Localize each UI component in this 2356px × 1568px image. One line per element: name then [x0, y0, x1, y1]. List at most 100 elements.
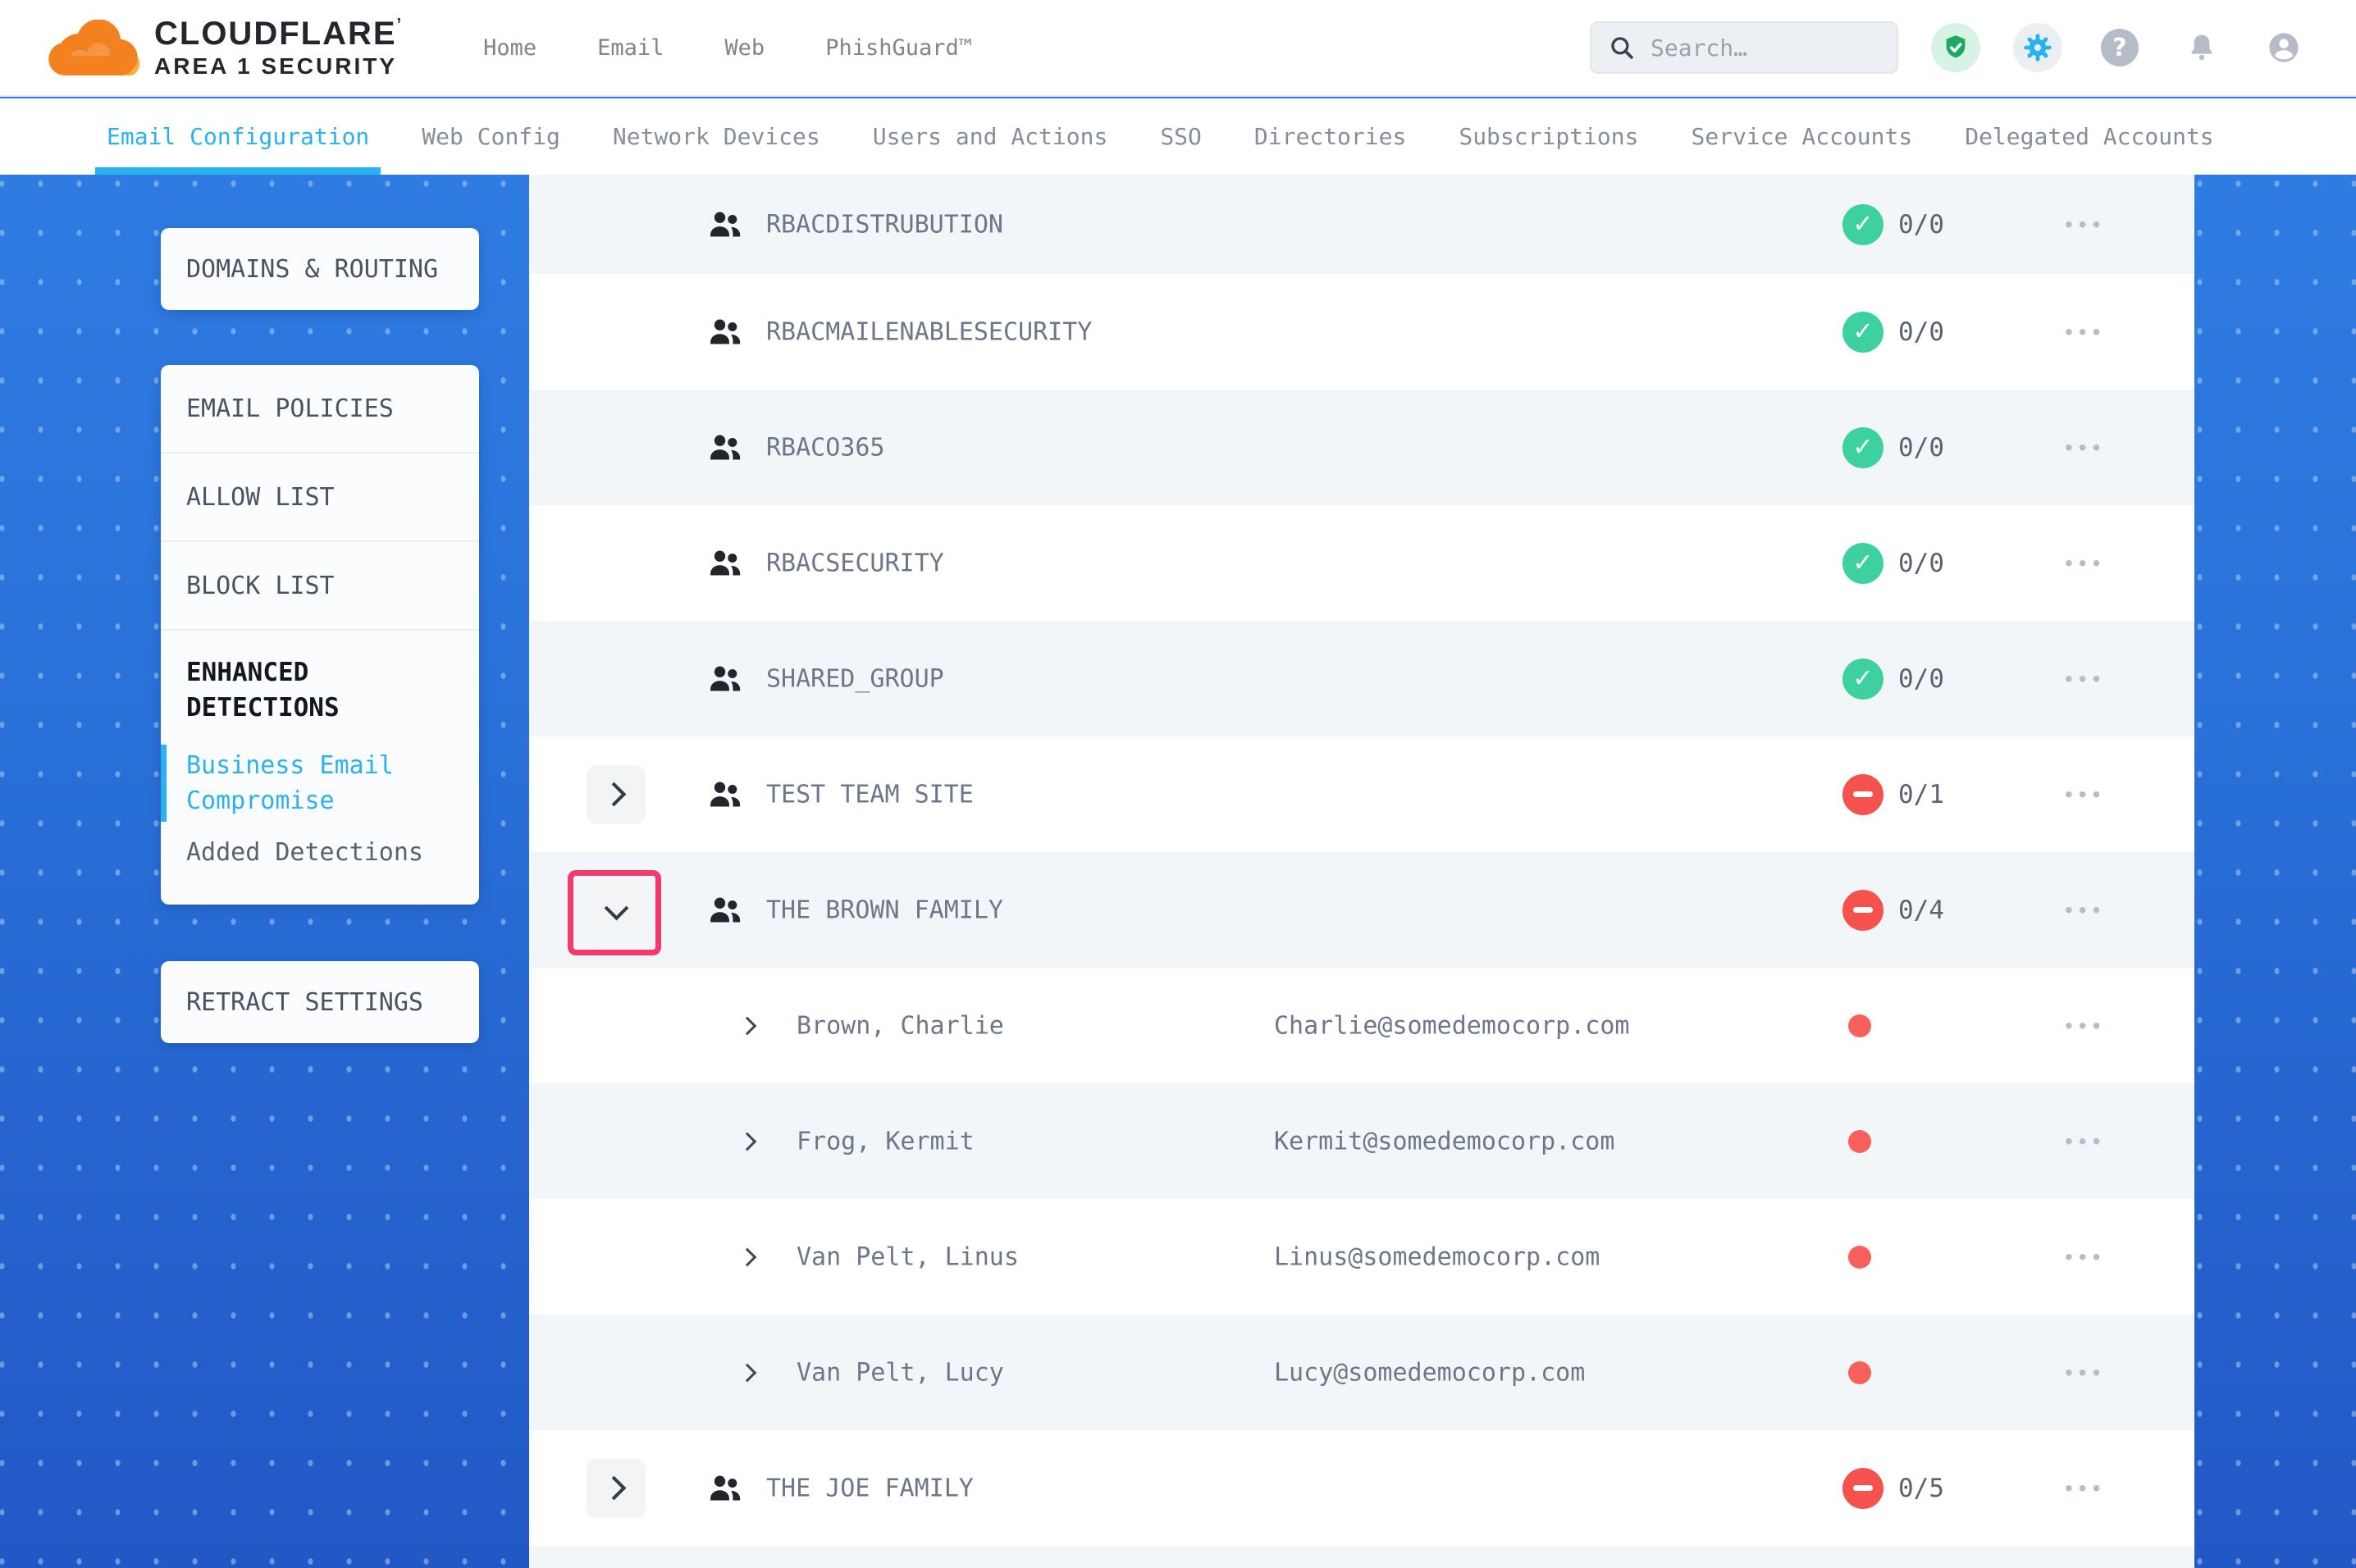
group-name: RBACO365	[766, 433, 885, 462]
member-chevron-right-icon[interactable]	[738, 1016, 757, 1035]
top-header: CLOUDFLARE’ AREA 1 SECURITY Home Email Web…	[0, 0, 2356, 97]
tab-email-configuration[interactable]: Email Configuration	[107, 98, 369, 175]
group-row: TEST TEAM SITE0/1•••	[529, 736, 2194, 852]
allowed-count: 0/4	[1898, 896, 1944, 925]
allowed-count: 0/0	[1898, 210, 1944, 239]
tab-subscriptions[interactable]: Subscriptions	[1459, 98, 1638, 175]
account-icon[interactable]	[2259, 23, 2308, 72]
tab-directories[interactable]: Directories	[1254, 98, 1406, 175]
status-blocked-icon	[1842, 774, 1883, 815]
chevron-down-icon	[604, 896, 628, 920]
sidebar-card-retract-settings[interactable]: RETRACT SETTINGS	[161, 961, 479, 1043]
partial-next-row	[529, 1546, 2194, 1568]
top-nav-email[interactable]: Email	[597, 35, 664, 61]
more-actions-button[interactable]: •••	[2065, 1013, 2106, 1039]
brand-text: CLOUDFLARE’ AREA 1 SECURITY	[154, 16, 403, 78]
member-email: Charlie@somedemocorp.com	[1274, 1011, 1629, 1040]
group-row: RBACO365 ✓ 0/0 •••	[529, 390, 2194, 505]
more-actions-button[interactable]: •••	[2065, 1475, 2106, 1502]
member-chevron-right-icon[interactable]	[738, 1363, 757, 1382]
status-ok-icon: ✓	[1842, 659, 1883, 700]
tab-sso[interactable]: SSO	[1160, 98, 1202, 175]
check-icon: ✓	[1852, 549, 1873, 577]
status-ok-icon: ✓	[1842, 312, 1883, 353]
more-actions-button[interactable]: •••	[2065, 897, 2106, 923]
member-name: Van Pelt, Lucy	[797, 1358, 1004, 1387]
member-email: Lucy@somedemocorp.com	[1274, 1358, 1585, 1387]
cloudflare-cloud-icon	[48, 20, 143, 75]
expand-group-button[interactable]	[587, 1459, 646, 1518]
sidebar-item-business-email-compromise[interactable]: Business Email Compromise	[186, 748, 463, 818]
tab-users-and-actions[interactable]: Users and Actions	[873, 98, 1108, 175]
top-nav-web[interactable]: Web	[724, 35, 765, 61]
brand-trademark: ’	[397, 16, 404, 34]
chevron-right-icon	[602, 1476, 627, 1501]
group-row: THE BROWN FAMILY 0/4 •••	[529, 852, 2194, 968]
tab-delegated-accounts[interactable]: Delegated Accounts	[1965, 98, 2213, 175]
minus-icon	[1853, 791, 1873, 797]
member-email: Kermit@somedemocorp.com	[1274, 1127, 1614, 1155]
check-icon: ✓	[1852, 433, 1873, 462]
group-row: SHARED_GROUP✓0/0•••	[529, 621, 2194, 736]
top-nav-home[interactable]: Home	[483, 35, 536, 61]
member-status-dot	[1848, 1014, 1871, 1037]
member-status-dot	[1848, 1246, 1871, 1269]
status-ok-icon: ✓	[1842, 543, 1883, 584]
status-blocked-icon	[1842, 1468, 1883, 1509]
more-actions-button[interactable]: •••	[2065, 1128, 2106, 1155]
sidebar-item-domains-routing: DOMAINS & ROUTING	[186, 255, 438, 284]
sidebar-heading-enhanced-detections: ENHANCED DETECTIONS	[186, 655, 463, 726]
collapse-group-button[interactable]	[587, 881, 646, 940]
group-name: RBACDISTRUBUTION	[766, 210, 1003, 239]
member-chevron-right-icon[interactable]	[738, 1247, 757, 1266]
group-icon	[706, 777, 744, 812]
more-actions-button[interactable]: •••	[2065, 319, 2106, 345]
group-name: RBACSECURITY	[766, 549, 944, 577]
group-row: RBACSECURITY✓0/0•••	[529, 505, 2194, 621]
member-row: Van Pelt, LinusLinus@somedemocorp.com•••	[529, 1199, 2194, 1315]
sidebar-item-email-policies[interactable]: EMAIL POLICIES	[161, 365, 479, 454]
more-actions-button[interactable]: •••	[2065, 212, 2106, 238]
security-shield-icon[interactable]	[1931, 23, 1980, 72]
tab-service-accounts[interactable]: Service Accounts	[1692, 98, 1913, 175]
member-name: Van Pelt, Linus	[797, 1242, 1019, 1271]
expand-group-button[interactable]	[587, 765, 646, 824]
member-row: Brown, Charlie Charlie@somedemocorp.com ••…	[529, 968, 2194, 1083]
member-row: Frog, Kermit Kermit@somedemocorp.com •••	[529, 1083, 2194, 1199]
more-actions-button[interactable]: •••	[2065, 550, 2106, 577]
help-icon[interactable]: ?	[2095, 23, 2144, 72]
status-blocked-icon	[1842, 890, 1883, 931]
more-actions-button[interactable]: •••	[2065, 782, 2106, 808]
member-name: Brown, Charlie	[797, 1011, 1004, 1040]
sidebar-item-added-detections[interactable]: Added Detections	[186, 838, 463, 867]
sidebar-card-domains-routing[interactable]: DOMAINS & ROUTING	[161, 228, 479, 310]
check-icon: ✓	[1852, 317, 1873, 346]
group-name: THE JOE FAMILY	[766, 1474, 974, 1502]
header-right-cluster: ?	[1590, 21, 2308, 74]
group-row: THE JOE FAMILY0/5•••	[529, 1430, 2194, 1546]
search-box[interactable]	[1590, 21, 1898, 74]
brand-subtitle: AREA 1 SECURITY	[154, 54, 403, 78]
group-icon	[706, 1471, 744, 1506]
member-chevron-right-icon[interactable]	[738, 1132, 757, 1151]
more-actions-button[interactable]: •••	[2065, 435, 2106, 461]
sidebar-item-allow-list[interactable]: ALLOW LIST	[161, 454, 479, 542]
member-name: Frog, Kermit	[797, 1127, 975, 1155]
check-icon: ✓	[1852, 664, 1873, 693]
sidebar-item-block-list[interactable]: BLOCK LIST	[161, 542, 479, 631]
more-actions-button[interactable]: •••	[2065, 1360, 2106, 1386]
notifications-bell-icon[interactable]	[2177, 23, 2226, 72]
more-actions-button[interactable]: •••	[2065, 666, 2106, 692]
tab-web-config[interactable]: Web Config	[422, 98, 560, 175]
allowed-count: 0/0	[1898, 433, 1944, 463]
more-actions-button[interactable]: •••	[2065, 1244, 2106, 1270]
cloudflare-logo[interactable]: CLOUDFLARE’ AREA 1 SECURITY	[48, 16, 403, 78]
search-input[interactable]	[1649, 34, 1880, 62]
status-ok-icon: ✓	[1842, 204, 1883, 245]
group-icon	[706, 207, 744, 242]
tab-network-devices[interactable]: Network Devices	[613, 98, 820, 175]
group-name: THE BROWN FAMILY	[766, 896, 1003, 924]
group-name: RBACMAILENABLESECURITY	[766, 317, 1092, 346]
top-nav-phishguard[interactable]: PhishGuard™	[825, 35, 972, 61]
settings-gear-icon[interactable]	[2013, 23, 2062, 72]
